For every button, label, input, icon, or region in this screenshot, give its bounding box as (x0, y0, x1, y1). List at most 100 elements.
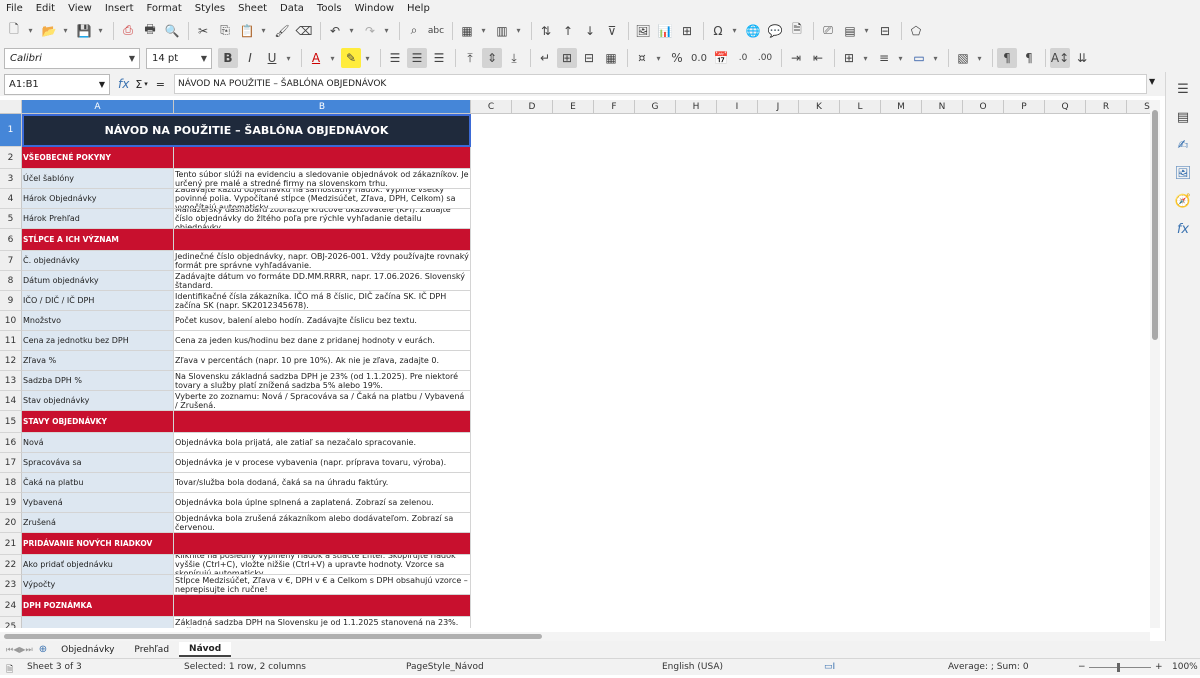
section-header-cell[interactable]: DPH POZNÁMKA (22, 595, 174, 617)
description-cell[interactable] (174, 411, 471, 433)
hyperlink-icon[interactable]: 🌐 (743, 21, 763, 41)
label-cell[interactable]: Zľava % (22, 351, 174, 371)
tab-prehlad[interactable]: Prehľad (124, 642, 179, 657)
add-decimal-icon[interactable]: .0 (733, 48, 753, 68)
label-cell[interactable]: Čaká na platbu (22, 473, 174, 493)
align-right-icon[interactable]: ☰ (429, 48, 449, 68)
column-header-m[interactable]: M (881, 100, 922, 114)
sort-descending-icon[interactable]: ↓ (580, 21, 600, 41)
description-cell[interactable]: Cena za jeden kus/hodinu bez dane z prid… (174, 331, 471, 351)
open-dropdown-icon[interactable]: ▾ (61, 21, 70, 41)
underline-dropdown-icon[interactable]: ▾ (284, 48, 293, 68)
show-draw-functions-icon[interactable]: ⬠ (906, 21, 926, 41)
column-header-p[interactable]: P (1004, 100, 1045, 114)
highlight-dropdown-icon[interactable]: ▾ (363, 48, 372, 68)
spelling-icon[interactable]: abc (426, 21, 446, 41)
section-header-cell[interactable]: PRIDÁVANIE NOVÝCH RIADKOV (22, 533, 174, 555)
tab-nav-arrows-icon[interactable]: ⏮◀▶⏭ (6, 645, 33, 655)
italic-icon[interactable]: I (240, 48, 260, 68)
split-window-icon[interactable]: ⊟ (875, 21, 895, 41)
pivot-table-icon[interactable]: ⊞ (677, 21, 697, 41)
description-cell[interactable]: Jedinečné číslo objednávky, napr. OBJ-20… (174, 251, 471, 271)
define-print-area-icon[interactable]: ⎚ (818, 21, 838, 41)
equals-icon[interactable]: = (156, 78, 165, 91)
expand-formula-icon[interactable]: ▼ (1149, 77, 1155, 86)
row-header[interactable]: 15 (0, 411, 22, 433)
row-header[interactable]: 20 (0, 513, 22, 533)
row-header[interactable]: 18 (0, 473, 22, 493)
row-header[interactable]: 14 (0, 391, 22, 411)
sort-icon[interactable]: ⇅ (536, 21, 556, 41)
right-to-left-icon[interactable]: ¶ (1019, 48, 1039, 68)
row-header[interactable]: 9 (0, 291, 22, 311)
row-header[interactable]: 12 (0, 351, 22, 371)
column-dropdown-icon[interactable]: ▾ (514, 21, 523, 41)
language-status[interactable]: English (USA) (662, 662, 723, 672)
spreadsheet-grid[interactable]: A B C D E F G H I J K L M N O P Q R S 1 NÁVOD NA POUŽITIE – … (0, 100, 1160, 628)
document-modified-icon[interactable]: 🗎 (6, 662, 13, 678)
description-cell[interactable] (174, 147, 471, 169)
conditional-format-icon[interactable]: ▧ (953, 48, 973, 68)
description-cell[interactable]: Objednávka bola úplne splnená a zaplaten… (174, 493, 471, 513)
row-dropdown-icon[interactable]: ▾ (479, 21, 488, 41)
properties-icon[interactable]: ▤ (1174, 108, 1192, 126)
zoom-level[interactable]: 100% (1172, 662, 1198, 672)
label-cell[interactable]: Hárok Prehľad (22, 209, 174, 229)
row-header[interactable]: 7 (0, 251, 22, 271)
menu-item-help[interactable]: Help (407, 3, 430, 14)
date-format-icon[interactable]: 📅 (711, 48, 731, 68)
description-cell[interactable]: Stĺpce Medzisúčet, Zľava v €, DPH v € a … (174, 575, 471, 595)
column-header-q[interactable]: Q (1045, 100, 1086, 114)
borders-dropdown-icon[interactable]: ▾ (861, 48, 870, 68)
copy-icon[interactable]: ⎘ (215, 21, 235, 41)
label-cell[interactable]: Hárok Objednávky (22, 189, 174, 209)
description-cell[interactable]: Manažérsky dashboard zobrazuje kľúčové u… (174, 209, 471, 229)
font-color-dropdown-icon[interactable]: ▾ (328, 48, 337, 68)
styles-icon[interactable]: ✍ (1174, 136, 1192, 154)
redo-icon[interactable]: ↷ (360, 21, 380, 41)
borders-icon[interactable]: ⊞ (839, 48, 859, 68)
wrap-text-icon[interactable]: ↵ (535, 48, 555, 68)
gallery-icon[interactable]: 🖼 (1174, 164, 1192, 182)
new-dropdown-icon[interactable]: ▾ (26, 21, 35, 41)
border-style-icon[interactable]: ≡ (874, 48, 894, 68)
print-icon[interactable]: 🖶 (140, 21, 160, 41)
merge-cells-icon[interactable]: ⊟ (579, 48, 599, 68)
column-header-n[interactable]: N (922, 100, 963, 114)
description-cell[interactable]: Kliknite na posledný vyplnený riadok a s… (174, 555, 471, 575)
currency-format-icon[interactable]: ¤ (632, 48, 652, 68)
left-to-right-icon[interactable]: ¶ (997, 48, 1017, 68)
currency-dropdown-icon[interactable]: ▾ (654, 48, 663, 68)
row-header[interactable]: 17 (0, 453, 22, 473)
column-header-f[interactable]: F (594, 100, 635, 114)
sort-ascending-icon[interactable]: ↑ (558, 21, 578, 41)
conditional-dropdown-icon[interactable]: ▾ (975, 48, 984, 68)
description-cell[interactable]: Objednávka je v procese vybavenia (napr.… (174, 453, 471, 473)
row-header[interactable]: 8 (0, 271, 22, 291)
undo-icon[interactable]: ↶ (325, 21, 345, 41)
description-cell[interactable]: Zadávajte dátum vo formáte DD.MM.RRRR, n… (174, 271, 471, 291)
export-pdf-icon[interactable]: ⎙ (118, 21, 138, 41)
horizontal-scrollbar[interactable] (0, 632, 1150, 641)
column-header-o[interactable]: O (963, 100, 1004, 114)
description-cell[interactable]: Tovar/služba bola dodaná, čaká sa na úhr… (174, 473, 471, 493)
autofilter-icon[interactable]: ⊽ (602, 21, 622, 41)
description-cell[interactable]: Na Slovensku základná sadzba DPH je 23% … (174, 371, 471, 391)
align-top-icon[interactable]: ⤒ (460, 48, 480, 68)
merge-center-icon[interactable]: ⊞ (557, 48, 577, 68)
delete-decimal-icon[interactable]: .00 (755, 48, 775, 68)
description-cell[interactable]: Objednávka bola prijatá, ale zatiaľ sa n… (174, 433, 471, 453)
label-cell[interactable]: Vybavená (22, 493, 174, 513)
menu-item-window[interactable]: Window (355, 3, 394, 14)
label-cell[interactable]: Množstvo (22, 311, 174, 331)
description-cell[interactable]: Zľava v percentách (napr. 10 pre 10%). A… (174, 351, 471, 371)
menu-item-view[interactable]: View (68, 3, 92, 14)
row-header[interactable]: 10 (0, 311, 22, 331)
zoom-slider[interactable] (1089, 667, 1151, 668)
clone-formatting-icon[interactable]: 🖌 (272, 21, 292, 41)
column-header-c[interactable]: C (471, 100, 512, 114)
row-header[interactable]: 25 (0, 617, 22, 628)
row-header[interactable]: 1 (0, 114, 22, 147)
title-cell[interactable]: NÁVOD NA POUŽITIE – ŠABLÓNA OBJEDNÁVOK (22, 114, 471, 147)
row-header[interactable]: 23 (0, 575, 22, 595)
